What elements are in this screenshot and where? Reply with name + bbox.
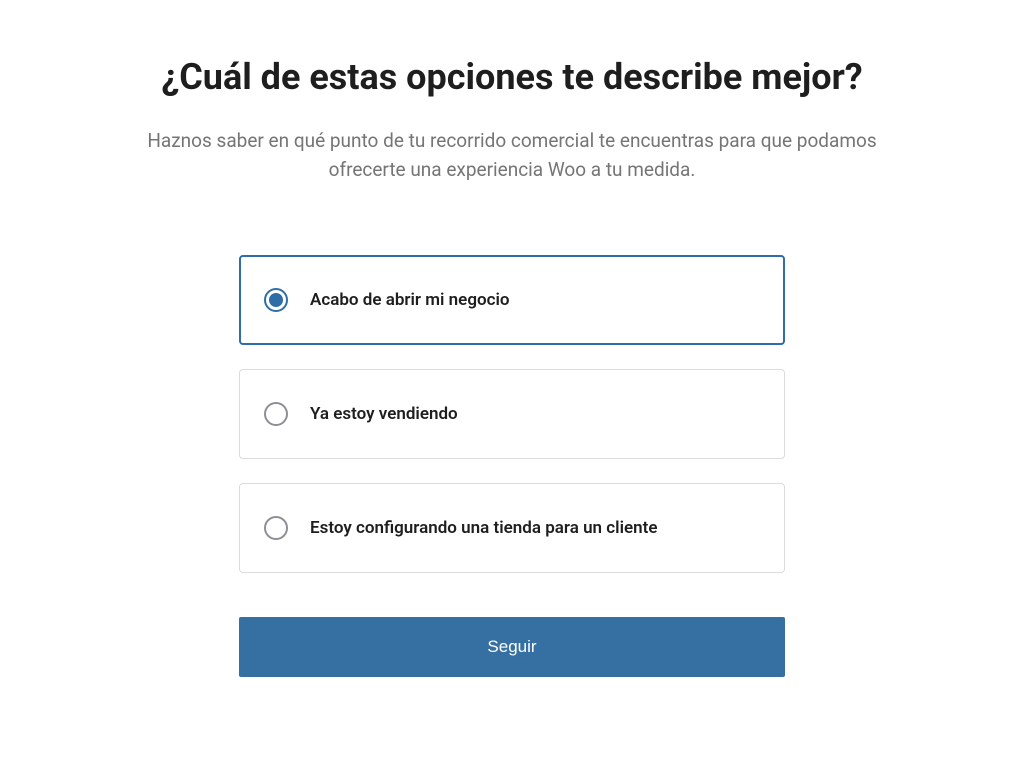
options-list: Acabo de abrir mi negocio Ya estoy vendi… bbox=[239, 255, 785, 573]
page-subtitle: Haznos saber en qué punto de tu recorrid… bbox=[127, 126, 897, 185]
option-already-selling[interactable]: Ya estoy vendiendo bbox=[239, 369, 785, 459]
continue-button[interactable]: Seguir bbox=[239, 617, 785, 677]
radio-inner-icon bbox=[269, 293, 283, 307]
page-title: ¿Cuál de estas opciones te describe mejo… bbox=[161, 56, 862, 98]
option-setting-up-for-client[interactable]: Estoy configurando una tienda para un cl… bbox=[239, 483, 785, 573]
option-label: Estoy configurando una tienda para un cl… bbox=[310, 518, 657, 538]
radio-icon bbox=[264, 288, 288, 312]
radio-icon bbox=[264, 402, 288, 426]
option-just-started[interactable]: Acabo de abrir mi negocio bbox=[239, 255, 785, 345]
option-label: Ya estoy vendiendo bbox=[310, 404, 458, 424]
option-label: Acabo de abrir mi negocio bbox=[310, 290, 510, 310]
radio-icon bbox=[264, 516, 288, 540]
